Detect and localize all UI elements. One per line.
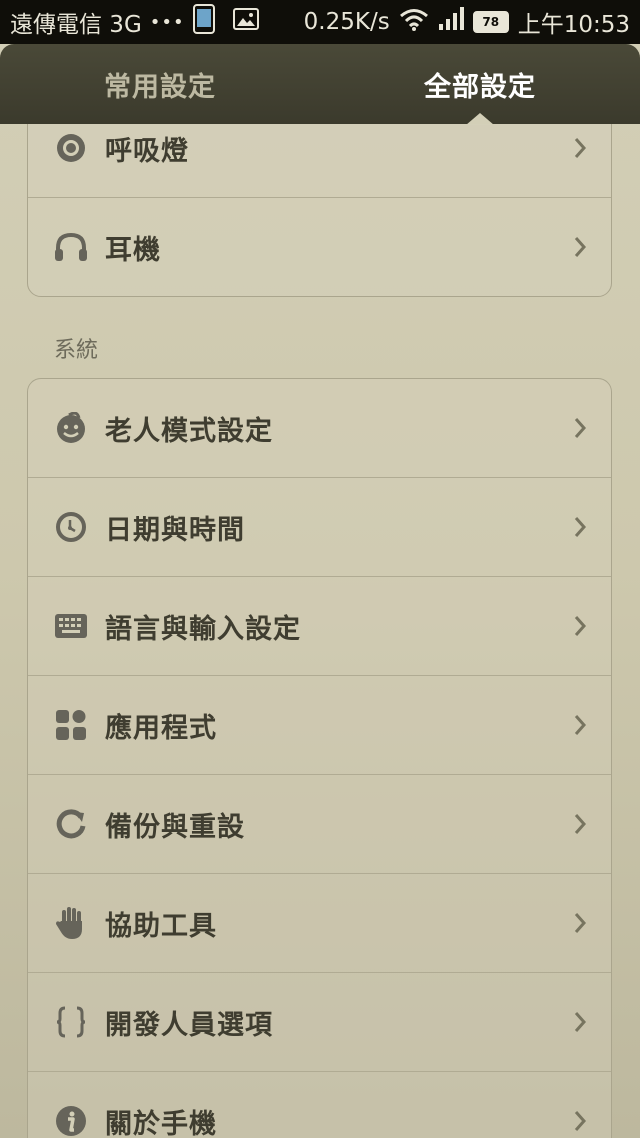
settings-item-developer-options[interactable]: 開發人員選項 <box>28 973 611 1072</box>
settings-item-label: 老人模式設定 <box>105 415 273 447</box>
keyboard-icon <box>54 609 88 643</box>
settings-tab-bar: 常用設定 全部設定 <box>0 44 640 125</box>
hand-icon <box>54 906 88 940</box>
settings-item-label: 關於手機 <box>105 1108 217 1138</box>
settings-item-breathing-light[interactable]: 呼吸燈 <box>28 124 611 198</box>
section-title-system: 系統 <box>54 338 99 363</box>
settings-item-backup-reset[interactable]: 備份與重設 <box>28 775 611 874</box>
chevron-right-icon <box>573 1110 587 1136</box>
chevron-right-icon <box>573 137 587 163</box>
settings-item-label: 協助工具 <box>105 910 217 942</box>
settings-item-label: 開發人員選項 <box>105 1009 273 1041</box>
settings-item-headphones[interactable]: 耳機 <box>28 198 611 296</box>
chevron-right-icon <box>573 417 587 443</box>
info-icon <box>54 1104 88 1138</box>
settings-item-label: 耳機 <box>105 234 161 266</box>
network-speed: 0.25K/s <box>303 9 390 35</box>
elder-mode-icon <box>54 411 88 445</box>
settings-item-about-phone[interactable]: 關於手機 <box>28 1072 611 1138</box>
chevron-right-icon <box>573 813 587 839</box>
image-notification-icon <box>232 8 259 36</box>
chevron-right-icon <box>573 912 587 938</box>
settings-item-label: 日期與時間 <box>105 514 245 546</box>
clock-icon <box>54 510 88 544</box>
settings-item-apps[interactable]: 應用程式 <box>28 676 611 775</box>
chevron-right-icon <box>573 1011 587 1037</box>
settings-item-label: 備份與重設 <box>105 811 245 843</box>
carrier-label: 遠傳電信 3G <box>10 12 142 38</box>
tab-common-settings[interactable]: 常用設定 <box>0 44 320 124</box>
settings-list[interactable]: 呼吸燈 耳機 系統 老人模式設定 日期與時間 語言與輸入設定 應用程式 備份與重… <box>0 124 640 1138</box>
signal-icon <box>438 7 464 37</box>
chevron-right-icon <box>573 516 587 542</box>
settings-item-date-time[interactable]: 日期與時間 <box>28 478 611 577</box>
settings-group-notifications: 呼吸燈 耳機 <box>27 124 612 297</box>
settings-item-label: 語言與輸入設定 <box>105 613 301 645</box>
more-notifications-dots: ••• <box>149 11 185 33</box>
wifi-icon <box>399 7 429 37</box>
settings-item-elder-mode[interactable]: 老人模式設定 <box>28 379 611 478</box>
tab-label: 常用設定 <box>104 71 216 103</box>
tab-label: 全部設定 <box>424 71 536 103</box>
settings-item-language-input[interactable]: 語言與輸入設定 <box>28 577 611 676</box>
chevron-right-icon <box>573 714 587 740</box>
braces-icon <box>54 1005 88 1039</box>
phone-notification-icon <box>192 4 215 40</box>
chevron-right-icon <box>573 236 587 262</box>
settings-item-accessibility[interactable]: 協助工具 <box>28 874 611 973</box>
status-bar: 遠傳電信 3G ••• 0.25K/s 78 上午10:53 <box>0 0 640 44</box>
tab-all-settings[interactable]: 全部設定 <box>320 44 640 125</box>
backup-reset-icon <box>54 807 88 841</box>
headphones-icon <box>54 230 88 264</box>
settings-group-system: 老人模式設定 日期與時間 語言與輸入設定 應用程式 備份與重設 協助工具 開發人… <box>27 378 612 1138</box>
settings-item-label: 呼吸燈 <box>105 135 189 167</box>
chevron-right-icon <box>573 615 587 641</box>
battery-indicator: 78 <box>472 11 509 33</box>
clock: 上午10:53 <box>517 12 630 38</box>
apps-icon <box>54 708 88 742</box>
settings-item-label: 應用程式 <box>105 712 217 744</box>
breathing-light-icon <box>54 131 88 165</box>
